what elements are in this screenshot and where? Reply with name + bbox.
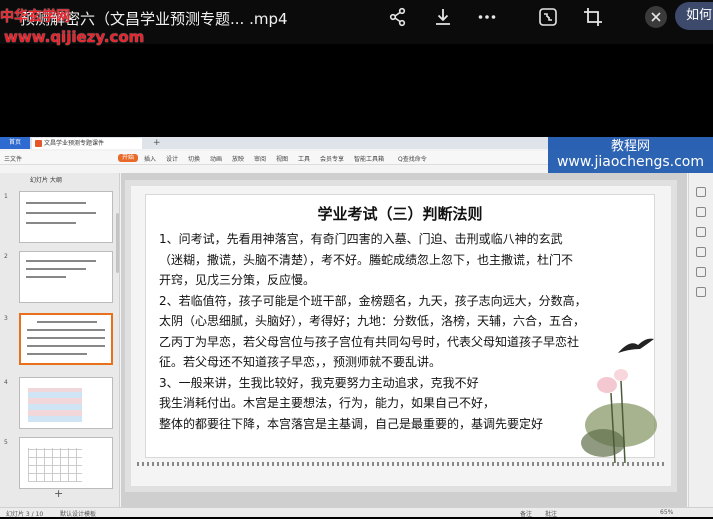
thumb-number: 4 bbox=[4, 379, 8, 386]
screenshot-icon[interactable] bbox=[533, 5, 563, 29]
new-tab-icon[interactable]: + bbox=[153, 137, 161, 149]
ribbon-item-home[interactable]: 开始 bbox=[118, 154, 138, 162]
ribbon-search[interactable]: Q查找命令 bbox=[398, 154, 427, 163]
ribbon-item-review[interactable]: 审阅 bbox=[254, 154, 266, 163]
video-player: 预测解密六（文昌学业预测专题... .mp4 中华玄学网 www.qijiezy… bbox=[0, 0, 713, 519]
ribbon-item-file[interactable]: 三文件 bbox=[4, 154, 22, 163]
slide-line: 整体的都要往下降，本宫落宫是主基调，自己是最重要的，基调先要定好 bbox=[159, 416, 544, 431]
thumb-number: 3 bbox=[4, 315, 8, 322]
slide-line: 太阴（心思细腻，头脑好），考得好；九地：分数低，洛榜，天辅，六合，五合， bbox=[159, 314, 586, 328]
status-zoom[interactable]: 65% bbox=[660, 509, 673, 516]
tab-home[interactable]: 首页 bbox=[0, 137, 30, 149]
watermark-url: www.jiaochengs.com bbox=[556, 154, 705, 170]
sidebar-scrollbar[interactable] bbox=[116, 213, 119, 273]
ribbon-item-slideshow[interactable]: 放映 bbox=[232, 154, 244, 163]
status-notes[interactable]: 备注 bbox=[520, 509, 532, 517]
ribbon-item-design[interactable]: 设计 bbox=[166, 154, 178, 163]
thumb-number: 1 bbox=[4, 193, 8, 200]
status-bar: 幻灯片 3 / 10 默认设计模板 备注 批注 65% bbox=[0, 507, 713, 517]
slide-line: 2、若临值符，孩子可能是个班干部，金榜题名，九天，孩子志向远大，分数高， bbox=[159, 293, 587, 308]
ribbon-item-tools[interactable]: 工具 bbox=[298, 154, 310, 163]
slide-thumbnail-panel: 幻灯片 大纲 1 2 3 4 5 + bbox=[0, 173, 120, 507]
slide-thumbnail-4[interactable] bbox=[19, 377, 113, 429]
ribbon-item-insert[interactable]: 插入 bbox=[144, 154, 156, 163]
ask-button[interactable]: 如何 bbox=[675, 2, 713, 30]
status-slide-count: 幻灯片 3 / 10 bbox=[6, 511, 44, 517]
tab-document[interactable]: 文昌学业预测专题课件 bbox=[32, 138, 142, 149]
thumb-number: 5 bbox=[4, 439, 8, 446]
more-icon[interactable] bbox=[472, 5, 502, 29]
tool-icon[interactable] bbox=[696, 187, 706, 197]
jiaocheng-watermark: 教程网 www.jiaochengs.com bbox=[548, 137, 713, 173]
lotus-painting-icon bbox=[581, 369, 657, 464]
ribbon-item-animation[interactable]: 动画 bbox=[210, 154, 222, 163]
slide-line: 乙丙丁为早恋，若父母宫位与孩子宫位有共同勾号时，代表父母知道孩子早恋社 bbox=[159, 334, 580, 349]
slide-line: 3、一般来讲，生我比较好，我克要努力主动追求，克我不好 bbox=[159, 375, 479, 390]
sidebar-tabs[interactable]: 幻灯片 大纲 bbox=[30, 175, 62, 184]
slide-thumbnail-3-selected[interactable] bbox=[19, 313, 113, 365]
slide-line: 开窍，见戊三分策，反应慢。 bbox=[159, 273, 316, 287]
add-slide-button[interactable]: + bbox=[54, 487, 63, 500]
bird-painting-icon bbox=[618, 338, 654, 353]
tool-icon[interactable] bbox=[696, 267, 706, 277]
slide-content: 学业考试（三）判断法则 1、问考试，先看用神落宫，有奇门四害的入墓、门迫、击刑或… bbox=[145, 194, 657, 464]
slide-line: （迷糊，撒谎，头脑不清楚），考不好。螣蛇成绩忽上忽下，也主撒谎，杜门不 bbox=[159, 252, 574, 267]
site-url-overlay: www.qijiezy.com bbox=[4, 28, 145, 46]
slide-thumbnail-2[interactable] bbox=[19, 251, 113, 303]
download-icon[interactable] bbox=[428, 5, 458, 29]
tool-icon[interactable] bbox=[696, 207, 706, 217]
ribbon-item-transition[interactable]: 切换 bbox=[188, 154, 200, 163]
tool-icon[interactable] bbox=[696, 247, 706, 257]
right-toolbar bbox=[688, 173, 713, 507]
slide[interactable]: 学业考试（三）判断法则 1、问考试，先看用神落宫，有奇门四害的入墓、门迫、击刑或… bbox=[125, 180, 677, 492]
slide-title: 学业考试（三）判断法则 bbox=[317, 205, 483, 223]
close-icon[interactable] bbox=[645, 6, 667, 28]
slide-thumbnail-1[interactable] bbox=[19, 191, 113, 243]
slide-body: 1、问考试，先看用神落宫，有奇门四害的入墓、门迫、击刑或临八神的玄武 （迷糊，撒… bbox=[159, 229, 639, 434]
share-icon[interactable] bbox=[383, 5, 413, 29]
player-top-bar: 预测解密六（文昌学业预测专题... .mp4 中华玄学网 www.qijiezy… bbox=[0, 0, 713, 46]
slide-thumbnail-5[interactable] bbox=[19, 437, 113, 489]
watermark-name: 教程网 bbox=[610, 139, 650, 154]
tool-icon[interactable] bbox=[696, 227, 706, 237]
crop-icon[interactable] bbox=[578, 5, 608, 29]
status-template: 默认设计模板 bbox=[60, 511, 97, 517]
slide-canvas: 学业考试（三）判断法则 1、问考试，先看用神落宫，有奇门四害的入墓、门迫、击刑或… bbox=[121, 173, 687, 507]
ribbon-item-view[interactable]: 视图 bbox=[276, 154, 288, 163]
screen-recording: 首页 文昌学业预测专题课件 + 三文件 开始 插入 设计 切换 动画 放映 审阅… bbox=[0, 137, 713, 517]
ribbon-item-member[interactable]: 会员专享 bbox=[320, 154, 344, 163]
status-comments[interactable]: 批注 bbox=[545, 509, 557, 517]
thumb-number: 2 bbox=[4, 253, 8, 260]
slide-line: 我生消耗付出。木宫是主要想法，行为，能力，如果自己不好， bbox=[159, 396, 496, 410]
slide-line: 征。若父母还不知道孩子早恋，，预测师就不要乱讲。 bbox=[159, 355, 442, 369]
ribbon-item-smart-tools[interactable]: 智能工具箱 bbox=[354, 154, 384, 163]
slide-border-decoration bbox=[137, 462, 665, 466]
site-brand-overlay: 中华玄学网 bbox=[0, 9, 70, 25]
slide-line: 1、问考试，先看用神落宫，有奇门四害的入墓、门迫、击刑或临八神的玄武 bbox=[159, 232, 563, 246]
tool-icon[interactable] bbox=[696, 287, 706, 297]
